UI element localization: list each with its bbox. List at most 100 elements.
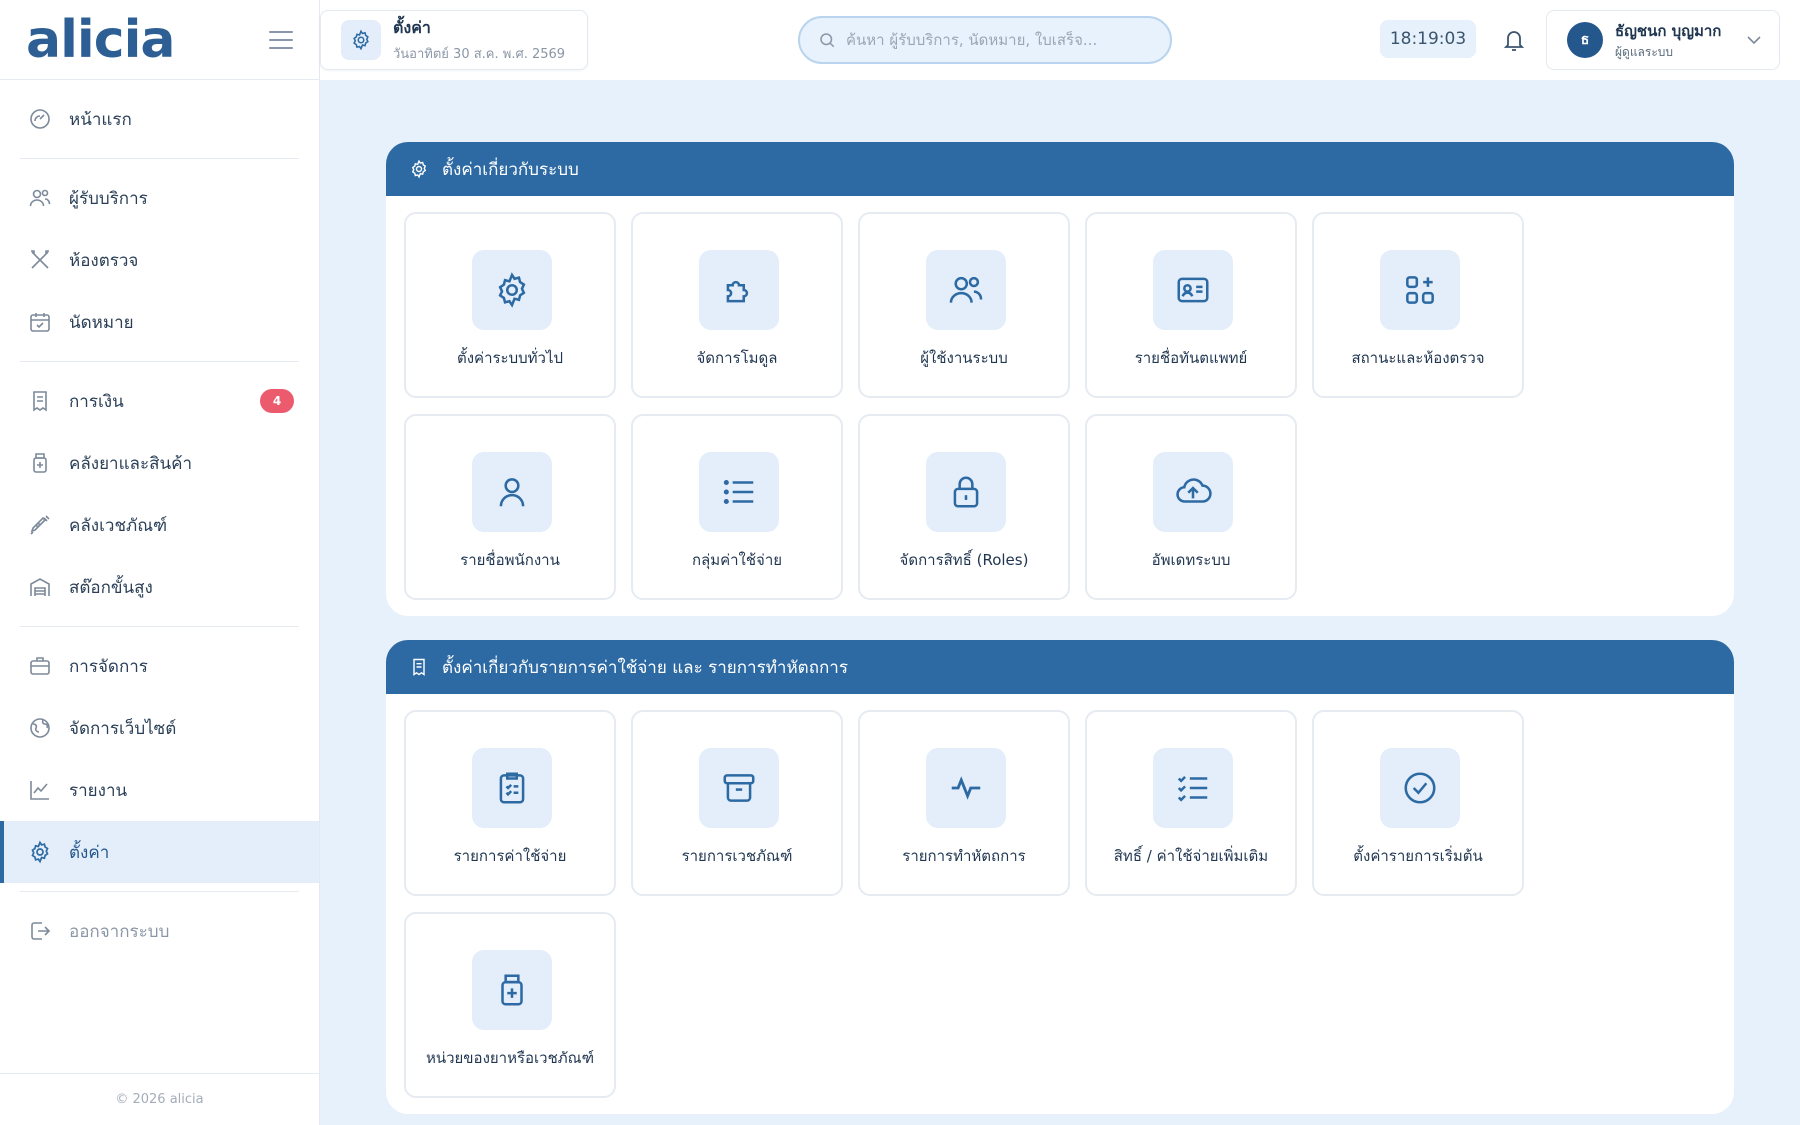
sidebar: alicia หน้าแรก ผู้รับบริการ ห้องตรวจ นัด… <box>0 0 320 1125</box>
panel-header: ตั้งค่าเกี่ยวกับรายการค่าใช้จ่าย และ ราย… <box>386 640 1734 694</box>
tile-medicine-units[interactable]: หน่วยของยาหรือเวชภัณฑ์ <box>404 912 616 1098</box>
id-card-icon <box>1153 250 1233 330</box>
gear-icon <box>341 20 381 60</box>
check-circle-icon <box>1380 748 1460 828</box>
logout-icon <box>28 919 52 943</box>
tile-status-rooms[interactable]: สถานะและห้องตรวจ <box>1312 212 1524 398</box>
clock-display: 18:19:03 <box>1380 20 1476 58</box>
panel-title: ตั้งค่าเกี่ยวกับรายการค่าใช้จ่าย และ ราย… <box>442 657 848 678</box>
panel-header: ตั้งค่าเกี่ยวกับระบบ <box>386 142 1734 196</box>
divider <box>20 158 299 159</box>
tile-label: สิทธิ์ / ค่าใช้จ่ายเพิ่มเติม <box>1113 847 1269 865</box>
sidebar-item-management[interactable]: การจัดการ <box>0 635 319 697</box>
sidebar-item-label: ออกจากระบบ <box>69 921 170 942</box>
tile-dentists[interactable]: รายชื่อทันตแพทย์ <box>1085 212 1297 398</box>
panel-title: ตั้งค่าเกี่ยวกับระบบ <box>442 159 579 180</box>
sidebar-item-appointments[interactable]: นัดหมาย <box>0 291 319 353</box>
page-title-group: ตั้งค่า วันอาทิตย์ 30 ส.ค. พ.ศ. 2569 <box>393 16 565 64</box>
tile-roles[interactable]: จัดการสิทธิ์ (Roles) <box>858 414 1070 600</box>
puzzle-icon <box>699 250 779 330</box>
sidebar-item-label: ผู้รับบริการ <box>69 188 148 209</box>
briefcase-icon <box>28 654 52 678</box>
user-name: ธัญชนก บุญมาก <box>1615 21 1722 40</box>
sidebar-item-home[interactable]: หน้าแรก <box>0 88 319 150</box>
search-box[interactable] <box>798 16 1172 64</box>
sidebar-item-advanced-stock[interactable]: สต๊อกขั้นสูง <box>0 556 319 618</box>
tile-label: สถานะและห้องตรวจ <box>1351 349 1485 367</box>
medicine-bottle-icon <box>28 451 52 475</box>
tile-label: ผู้ใช้งานระบบ <box>920 349 1008 367</box>
syringe-icon <box>28 513 52 537</box>
sidebar-item-finance[interactable]: การเงิน 4 <box>0 370 319 432</box>
sidebar-item-label: นัดหมาย <box>69 312 134 333</box>
lock-icon <box>926 452 1006 532</box>
page-title: ตั้งค่า <box>393 18 431 37</box>
sidebar-item-exam-room[interactable]: ห้องตรวจ <box>0 229 319 291</box>
tile-label: รายการค่าใช้จ่าย <box>453 847 567 865</box>
system-settings-panel: ตั้งค่าเกี่ยวกับระบบ ตั้งค่าระบบทั่วไป จ… <box>386 142 1734 616</box>
tile-general-settings[interactable]: ตั้งค่าระบบทั่วไป <box>404 212 616 398</box>
search-icon <box>818 31 836 49</box>
tile-staff[interactable]: รายชื่อพนักงาน <box>404 414 616 600</box>
tile-medical-supply-items[interactable]: รายการเวชภัณฑ์ <box>631 710 843 896</box>
hamburger-menu-icon[interactable] <box>269 30 293 49</box>
sidebar-item-reports[interactable]: รายงาน <box>0 759 319 821</box>
tile-default-items[interactable]: ตั้งค่ารายการเริ่มต้น <box>1312 710 1524 896</box>
sidebar-item-pharmacy[interactable]: คลังยาและสินค้า <box>0 432 319 494</box>
gear-icon <box>28 840 52 864</box>
grid-plus-icon <box>1380 250 1460 330</box>
tile-label: อัพเดทระบบ <box>1151 551 1231 569</box>
tile-label: หน่วยของยาหรือเวชภัณฑ์ <box>425 1049 595 1067</box>
topbar: ตั้งค่า วันอาทิตย์ 30 ส.ค. พ.ศ. 2569 18:… <box>320 0 1800 80</box>
sidebar-item-logout[interactable]: ออกจากระบบ <box>0 900 319 962</box>
page-date: วันอาทิตย์ 30 ส.ค. พ.ศ. 2569 <box>393 47 566 62</box>
tile-entitlements-extra-costs[interactable]: สิทธิ์ / ค่าใช้จ่ายเพิ่มเติม <box>1085 710 1297 896</box>
sidebar-item-label: สต๊อกขั้นสูง <box>69 577 153 598</box>
tile-label: จัดการโมดูล <box>696 349 778 367</box>
user-menu[interactable]: ธ ธัญชนก บุญมาก ผู้ดูแลระบบ <box>1546 10 1780 70</box>
dental-tools-icon <box>28 248 52 272</box>
sidebar-item-label: ตั้งค่า <box>69 842 110 863</box>
medicine-bottle-icon <box>472 950 552 1030</box>
pulse-icon <box>926 748 1006 828</box>
sidebar-item-website[interactable]: จัดการเว็บไซต์ <box>0 697 319 759</box>
tile-system-users[interactable]: ผู้ใช้งานระบบ <box>858 212 1070 398</box>
expense-procedure-settings-panel: ตั้งค่าเกี่ยวกับรายการค่าใช้จ่าย และ ราย… <box>386 640 1734 1114</box>
user-role: ผู้ดูแลระบบ <box>1615 44 1674 59</box>
sidebar-footer: © 2026 alicia <box>0 1073 319 1125</box>
tile-expense-groups[interactable]: กลุ่มค่าใช้จ่าย <box>631 414 843 600</box>
sidebar-item-medical-supplies[interactable]: คลังเวชภัณฑ์ <box>0 494 319 556</box>
bell-icon[interactable] <box>1496 22 1532 58</box>
list-icon <box>699 452 779 532</box>
tile-label: รายชื่อพนักงาน <box>460 551 560 569</box>
tile-procedure-items[interactable]: รายการทำหัตถการ <box>858 710 1070 896</box>
sidebar-item-label: การจัดการ <box>69 656 148 677</box>
tile-label: รายชื่อทันตแพทย์ <box>1134 349 1248 367</box>
sidebar-item-label: รายงาน <box>69 780 128 801</box>
sidebar-item-settings[interactable]: ตั้งค่า <box>0 821 319 883</box>
sidebar-item-label: ห้องตรวจ <box>69 250 139 271</box>
sidebar-nav: หน้าแรก ผู้รับบริการ ห้องตรวจ นัดหมาย กา… <box>0 80 319 962</box>
tile-label: จัดการสิทธิ์ (Roles) <box>899 551 1029 569</box>
logo[interactable]: alicia <box>26 14 175 66</box>
user-info: ธัญชนก บุญมาก ผู้ดูแลระบบ <box>1615 19 1721 62</box>
tile-system-update[interactable]: อัพเดทระบบ <box>1085 414 1297 600</box>
search-input[interactable] <box>846 31 1146 49</box>
users-icon <box>926 250 1006 330</box>
chart-line-icon <box>28 778 52 802</box>
chevron-down-icon <box>1747 35 1761 45</box>
sidebar-item-clients[interactable]: ผู้รับบริการ <box>0 167 319 229</box>
warehouse-icon <box>28 575 52 599</box>
tile-expense-items[interactable]: รายการค่าใช้จ่าย <box>404 710 616 896</box>
page-title-chip: ตั้งค่า วันอาทิตย์ 30 ส.ค. พ.ศ. 2569 <box>320 10 588 70</box>
divider <box>20 626 299 627</box>
globe-icon <box>28 716 52 740</box>
tile-modules[interactable]: จัดการโมดูล <box>631 212 843 398</box>
cloud-upload-icon <box>1153 452 1233 532</box>
notification-badge: 4 <box>260 389 294 413</box>
calendar-icon <box>28 310 52 334</box>
gear-icon <box>472 250 552 330</box>
user-icon <box>472 452 552 532</box>
receipt-icon <box>28 389 52 413</box>
sidebar-item-label: หน้าแรก <box>69 109 132 130</box>
